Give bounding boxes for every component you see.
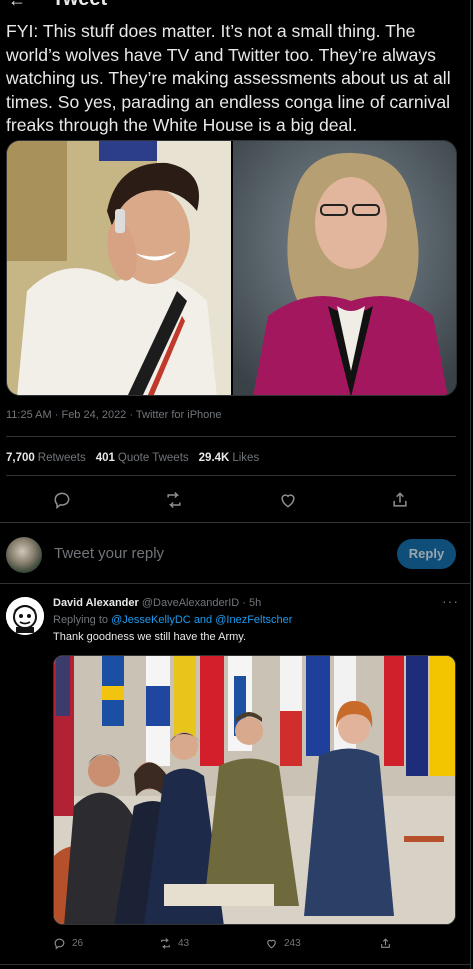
divider [6,475,456,476]
reply-age[interactable]: 5h [249,597,261,609]
reply-icon [54,938,65,950]
share-group[interactable] [379,937,392,950]
reply-composer: Tweet your reply Reply [0,522,471,584]
mention-link[interactable]: @JesseKellyDC [111,614,191,626]
tweet-time[interactable]: 11:25 AM [6,409,52,421]
divider [0,964,471,965]
reply-input[interactable]: Tweet your reply [54,545,164,562]
reply-tweet[interactable]: David Alexander @DaveAlexanderID · 5h ··… [0,585,471,969]
avatar[interactable] [6,537,42,573]
reply-count: 26 [72,938,84,949]
page-header: ← Tweet [0,0,471,12]
avatar-illustration [6,597,44,635]
likes-stat[interactable]: 29.4K Likes [199,452,260,464]
share-icon [381,938,390,948]
divider [6,436,456,437]
likes-label: Likes [232,452,260,464]
retweet-icon [161,938,170,949]
retweet-count: 43 [178,938,190,949]
tweet-meta: 11:25 AM · Feb 24, 2022 · Twitter for iP… [6,409,222,421]
retweets-stat[interactable]: 7,700 Retweets [6,452,86,464]
quotes-count: 401 [95,452,115,464]
reply-actions: 26 43 243 [53,937,456,957]
reply-author-handle[interactable]: @DaveAlexanderID [142,597,239,609]
meta-dot: · [129,409,134,421]
photo-illustration-left [7,141,231,395]
mention-link[interactable]: @InezFeltscher [215,614,292,626]
retweet-icon[interactable] [164,490,184,510]
tweet-media[interactable] [6,140,457,396]
retweets-label: Retweets [37,452,86,464]
tweet-stats: 7,700 Retweets 401 Quote Tweets 29.4K Likes [6,452,259,464]
share-icon[interactable] [390,490,410,510]
reply-button[interactable]: Reply [397,539,456,569]
photo-illustration-right [233,141,456,395]
tweet-detail-page: ← Tweet FYI: This stuff does matter. It’… [0,0,471,969]
tweet-photo-right[interactable] [233,141,456,395]
reply-media[interactable] [53,655,456,925]
reply-header: David Alexander @DaveAlexanderID · 5h [53,597,261,609]
quotes-label: Quote Tweets [117,452,189,464]
tweet-photo-left[interactable] [7,141,231,395]
reply-photo-illustration [54,656,455,924]
like-count-group[interactable]: 243 [265,937,301,950]
replying-to: Replying to @JesseKellyDC and @InezFelts… [53,614,292,626]
replying-and: and [193,614,213,626]
like-icon[interactable] [278,490,298,510]
tweet-source[interactable]: Twitter for iPhone [136,409,222,421]
arrow-left-icon[interactable]: ← [8,0,26,11]
reply-dot: · [242,597,246,609]
tweet-actions [0,488,473,510]
quotes-stat[interactable]: 401 Quote Tweets [96,452,189,464]
replying-prefix: Replying to [53,614,109,626]
like-icon [267,939,276,949]
avatar[interactable] [6,597,44,635]
reply-author-name[interactable]: David Alexander [53,597,139,609]
tweet-text: FYI: This stuff does matter. It’s not a … [6,21,451,135]
more-icon[interactable]: ··· [442,593,459,609]
meta-dot: · [54,409,59,421]
reply-text: Thank goodness we still have the Army. [53,631,247,643]
tweet-date[interactable]: Feb 24, 2022 [61,409,126,421]
reply-icon[interactable] [52,490,72,510]
like-count: 243 [284,938,301,949]
retweet-count-group[interactable]: 43 [159,937,189,950]
retweets-count: 7,700 [6,452,35,464]
page-title: Tweet [52,0,107,11]
likes-count: 29.4K [198,452,230,464]
reply-count-group[interactable]: 26 [53,937,83,950]
